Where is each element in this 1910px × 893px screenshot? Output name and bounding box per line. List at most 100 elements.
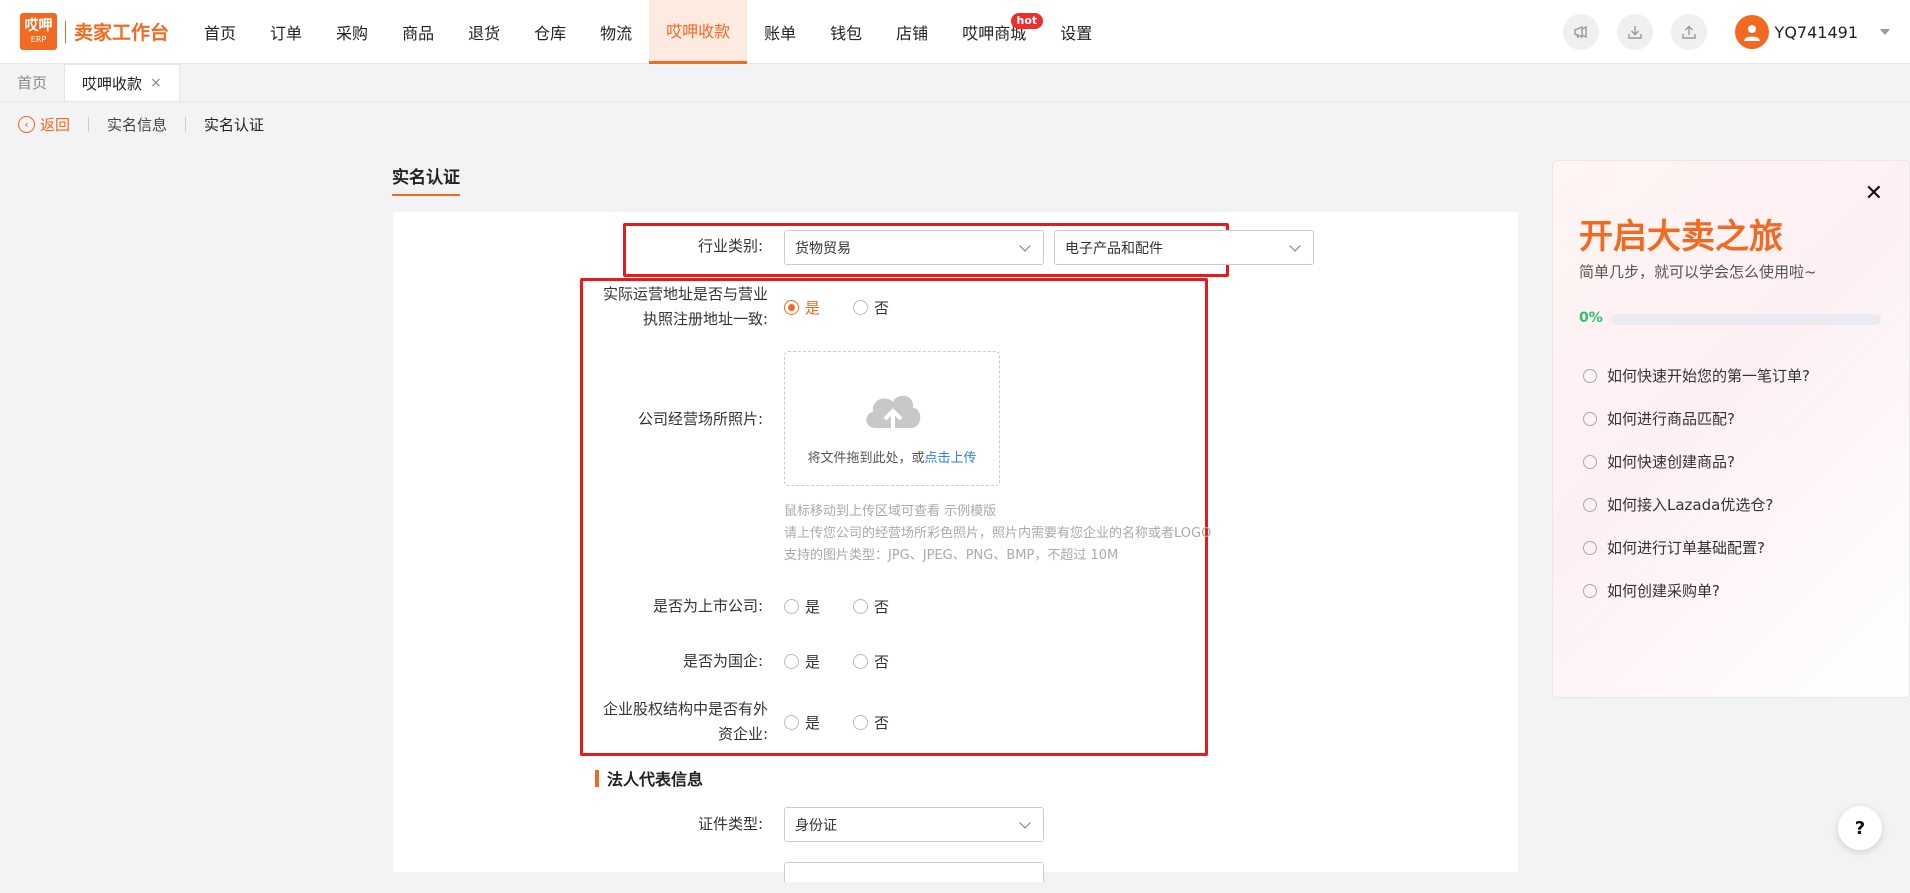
help-button[interactable]: ? (1838, 806, 1882, 850)
guide-item[interactable]: 如何进行订单基础配置? (1583, 537, 1765, 558)
section-accent-bar (595, 769, 599, 787)
brand-name: 卖家工作台 (74, 22, 170, 44)
photo-hints: 鼠标移动到上传区域可查看 示例模版 请上传您公司的经营场所彩色照片，照片内需要有… (784, 501, 1304, 567)
guide-subtitle: 简单几步，就可以学会怎么使用啦~ (1579, 263, 1817, 281)
foreign-capital-label: 企业股权结构中是否有外 资企业: (573, 697, 768, 747)
nav-item-warehouse[interactable]: 仓库 (517, 0, 583, 64)
chevron-down-icon (1289, 240, 1301, 252)
logo[interactable]: 哎呷 ERP 卖家工作台 (20, 13, 169, 50)
radio-dot (784, 715, 799, 730)
foreign-capital-label-line2: 资企业: (717, 725, 768, 743)
industry-select-primary[interactable]: 货物贸易 (784, 230, 1044, 265)
foreign-capital-yes-radio[interactable]: 是 (784, 712, 820, 733)
chevron-down-icon (1019, 240, 1031, 252)
top-navbar: 哎呷 ERP 卖家工作台 首页 订单 采购 商品 退货 仓库 物流 哎呷收款 账… (0, 0, 1910, 64)
unchecked-circle-icon (1583, 583, 1597, 598)
unchecked-circle-icon (1583, 540, 1597, 555)
breadcrumb-divider (88, 116, 90, 132)
guide-item-label: 如何进行商品匹配? (1607, 410, 1735, 428)
upload-prompt-text: 将文件拖到此处，或 (807, 451, 925, 466)
listed-yes-radio[interactable]: 是 (784, 596, 820, 617)
close-icon[interactable]: × (150, 75, 162, 91)
hot-badge: hot (1010, 12, 1044, 29)
tab-payments[interactable]: 哎呷收款 × (64, 64, 180, 101)
onboarding-guide-panel: ✕ 开启大卖之旅 简单几步，就可以学会怎么使用啦~ 0% 如何快速开始您的第一笔… (1552, 160, 1910, 698)
address-same-yes-radio[interactable]: 是 (784, 297, 820, 318)
nav-item-payments[interactable]: 哎呷收款 (649, 0, 748, 64)
guide-title: 开启大卖之旅 (1579, 217, 1783, 257)
photo-label: 公司经营场所照片: (637, 410, 763, 428)
main-nav: 首页 订单 采购 商品 退货 仓库 物流 哎呷收款 账单 钱包 店铺 哎呷商城 … (187, 0, 1109, 64)
close-icon[interactable]: ✕ (1865, 183, 1883, 205)
breadcrumb-item-realname-info[interactable]: 实名信息 (107, 114, 167, 135)
photo-upload-area[interactable]: 将文件拖到此处，或点击上传 (784, 351, 1000, 486)
id-type-select[interactable]: 身份证 (784, 807, 1044, 842)
foreign-capital-no-radio[interactable]: 否 (853, 712, 889, 733)
avatar[interactable] (1734, 15, 1769, 49)
breadcrumb-item-realname-auth: 实名认证 (204, 115, 265, 134)
logo-text-main: 哎呷 (24, 18, 53, 34)
logo-divider (65, 20, 66, 43)
industry-select-secondary-value: 电子产品和配件 (1065, 240, 1163, 257)
tab-home[interactable]: 首页 (0, 64, 64, 101)
nav-item-shops[interactable]: 店铺 (879, 0, 945, 64)
state-owned-yes-radio[interactable]: 是 (784, 651, 820, 672)
photo-hint-filetypes: 支持的图片类型：JPG、JPEG、PNG、BMP，不超过 10M (784, 548, 1119, 563)
guide-item-label: 如何接入Lazada优选仓? (1607, 496, 1774, 514)
nav-item-logistics[interactable]: 物流 (583, 0, 649, 64)
nav-item-products[interactable]: 商品 (385, 0, 451, 64)
chevron-down-icon[interactable] (1880, 29, 1890, 35)
nav-item-orders[interactable]: 订单 (253, 0, 319, 64)
nav-item-returns[interactable]: 退货 (451, 0, 517, 64)
top-right-toolbar: YQ741491 (1545, 0, 1890, 64)
breadcrumb: ‹ 返回 实名信息 实名认证 (18, 112, 264, 136)
id-number-field-partial[interactable] (784, 862, 1044, 882)
photo-hint-template: 鼠标移动到上传区域可查看 示例模版 (784, 504, 997, 519)
id-type-select-value: 身份证 (795, 817, 837, 834)
download-icon (1627, 26, 1642, 39)
nav-item-home[interactable]: 首页 (187, 0, 253, 64)
nav-item-settings[interactable]: 设置 (1043, 0, 1109, 64)
back-label: 返回 (40, 115, 71, 134)
logo-text-sub: ERP (30, 35, 47, 44)
guide-item-label: 如何进行订单基础配置? (1607, 539, 1765, 557)
address-same-label-line2: 执照注册地址一致: (642, 310, 768, 328)
cloud-upload-icon (866, 395, 921, 432)
nav-item-mall[interactable]: 哎呷商城 hot (945, 0, 1044, 64)
nav-item-purchase[interactable]: 采购 (319, 0, 385, 64)
industry-select-primary-value: 货物贸易 (795, 240, 851, 257)
guide-item[interactable]: 如何进行商品匹配? (1583, 408, 1735, 429)
foreign-capital-label-line1: 企业股权结构中是否有外 (602, 700, 768, 718)
upload-icon (1681, 25, 1696, 39)
legal-representative-section-title: 法人代表信息 (595, 766, 703, 790)
address-same-no-radio[interactable]: 否 (853, 297, 889, 318)
unchecked-circle-icon (1583, 411, 1597, 426)
announce-button[interactable] (1562, 14, 1599, 50)
address-same-label: 实际运营地址是否与营业 执照注册地址一致: (578, 282, 768, 332)
radio-label: 否 (874, 653, 890, 671)
guide-item[interactable]: 如何快速开始您的第一笔订单? (1583, 365, 1810, 386)
tab-label: 首页 (17, 74, 48, 92)
radio-dot (784, 300, 799, 315)
back-button[interactable]: ‹ 返回 (18, 114, 70, 135)
photo-hint-requirement: 请上传您公司的经营场所彩色照片，照片内需要有您企业的名称或者LOGO (784, 526, 1212, 541)
guide-item[interactable]: 如何创建采购单? (1583, 580, 1720, 601)
nav-item-bills[interactable]: 账单 (747, 0, 813, 64)
industry-select-secondary[interactable]: 电子产品和配件 (1054, 230, 1314, 265)
nav-item-wallet[interactable]: 钱包 (813, 0, 879, 64)
guide-item[interactable]: 如何快速创建商品? (1583, 451, 1735, 472)
listed-no-radio[interactable]: 否 (853, 596, 889, 617)
state-owned-no-radio[interactable]: 否 (853, 651, 889, 672)
logo-icon: 哎呷 ERP (20, 13, 57, 50)
upload-button[interactable] (1670, 14, 1707, 50)
guide-item[interactable]: 如何接入Lazada优选仓? (1583, 494, 1773, 515)
username[interactable]: YQ741491 (1775, 23, 1858, 42)
radio-dot (853, 599, 868, 614)
radio-dot (784, 654, 799, 669)
radio-label: 是 (805, 653, 821, 671)
download-button[interactable] (1616, 14, 1653, 50)
guide-progress-bar (1611, 314, 1881, 325)
radio-label: 否 (874, 598, 890, 616)
radio-label: 否 (874, 714, 890, 732)
upload-link[interactable]: 点击上传 (925, 451, 977, 466)
